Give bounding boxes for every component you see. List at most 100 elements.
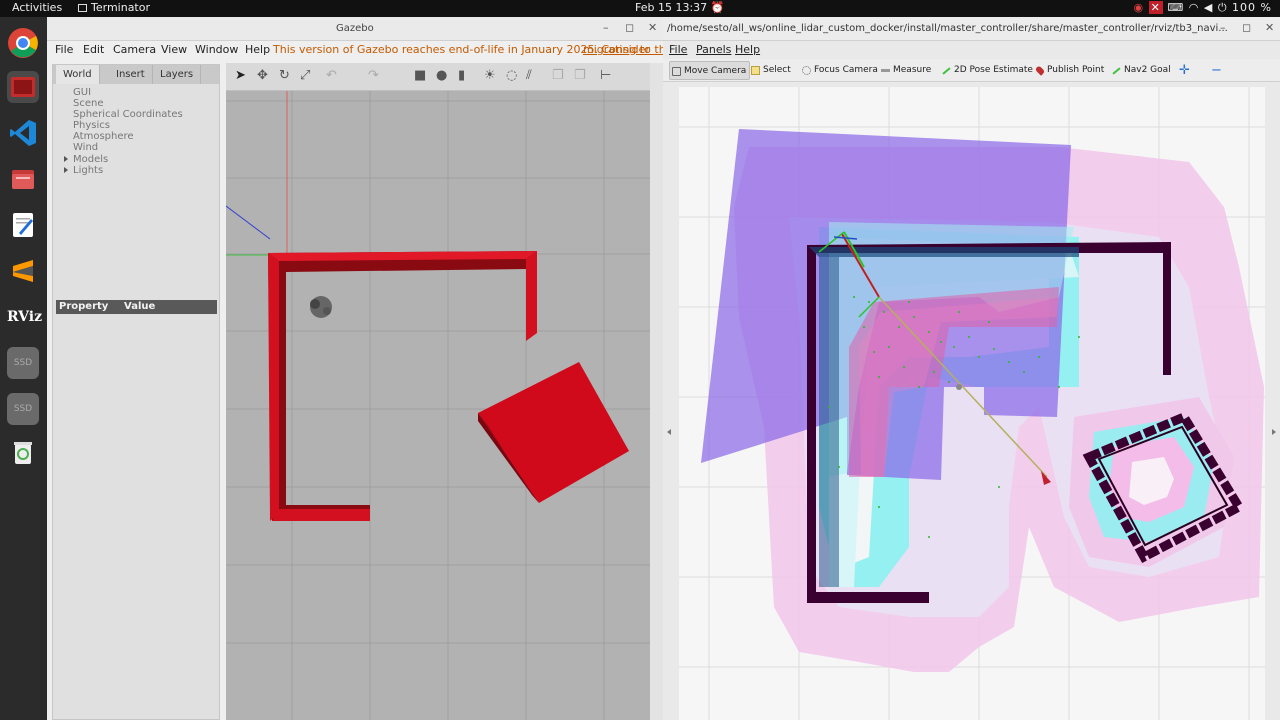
tab-insert[interactable]: Insert [109, 65, 153, 84]
minimize-button[interactable]: – [603, 21, 609, 34]
directional-light-icon[interactable]: ⫽ [526, 68, 532, 83]
close-button[interactable]: ✕ [1265, 21, 1274, 34]
tree-item-atmosphere[interactable]: Atmosphere [73, 131, 134, 142]
menu-help[interactable]: Help [245, 43, 270, 56]
minimize-button[interactable]: – [1220, 21, 1226, 34]
measure-tool[interactable]: Measure [879, 61, 934, 80]
paste-icon[interactable]: ❐ [574, 68, 586, 83]
rotate-icon[interactable]: ↻ [279, 68, 290, 83]
activities-button[interactable]: Activities [12, 1, 62, 14]
menu-file[interactable]: File [55, 43, 73, 56]
undo-icon[interactable]: ↶ [326, 68, 337, 83]
menu-view[interactable]: View [161, 43, 187, 56]
maximize-button[interactable]: ◻ [1242, 21, 1251, 34]
tree-item-spherical[interactable]: Spherical Coordinates [73, 109, 183, 120]
text-editor-icon[interactable] [7, 209, 39, 241]
terminator-icon[interactable] [7, 71, 39, 103]
ssd-drive-icon[interactable]: SSD [7, 347, 39, 379]
tree-label-lights: Lights [73, 165, 104, 176]
rviz-icon[interactable]: RViz [7, 301, 43, 333]
select-icon [751, 66, 760, 75]
trash-icon[interactable] [7, 437, 39, 469]
pose-estimate-tool[interactable]: 2D Pose Estimate [940, 61, 1036, 80]
tab-layers[interactable]: Layers [153, 65, 202, 84]
chrome-icon[interactable] [7, 27, 39, 59]
rviz-titlebar[interactable]: /home/sesto/all_ws/online_lidar_custom_d… [663, 17, 1280, 41]
ssd-drive-icon[interactable]: SSD [7, 393, 39, 425]
tool-label: 2D Pose Estimate [954, 65, 1033, 75]
system-tray[interactable]: ◉ ✕ ⌨ ◠ ◀ ⏻ 100 % [1134, 1, 1272, 15]
gazebo-titlebar[interactable]: Gazebo – ◻ ✕ [47, 17, 663, 41]
property-table-header: Property Value [56, 300, 217, 314]
terminal-icon [78, 4, 87, 12]
translate-icon[interactable]: ✥ [257, 68, 268, 83]
value-header: Value [124, 301, 156, 312]
tab-world[interactable]: World [56, 65, 100, 84]
gazebo-menubar: File Edit Camera View Window Help This v… [47, 41, 663, 60]
rviz-toolbar: Move Camera Select Focus Camera Measure … [663, 59, 1280, 82]
menu-file[interactable]: File [669, 43, 687, 56]
select-mode-icon[interactable]: ➤ [235, 68, 246, 83]
publish-point-tool[interactable]: Publish Point [1033, 61, 1107, 80]
dock: RViz SSD SSD [0, 17, 47, 720]
tree-item-gui[interactable]: GUI [73, 87, 91, 98]
redo-icon[interactable]: ↷ [368, 68, 379, 83]
tool-label: Focus Camera [814, 65, 878, 75]
gazebo-right-handle[interactable] [650, 63, 663, 720]
nav2-goal-tool[interactable]: Nav2 Goal [1110, 61, 1174, 80]
panel-tabs: World Insert Layers [53, 65, 219, 84]
robot-model[interactable] [310, 296, 332, 318]
remove-tool-icon[interactable]: − [1208, 61, 1225, 80]
gazebo-3d-view[interactable] [226, 91, 650, 720]
menu-camera[interactable]: Camera [113, 43, 156, 56]
expand-arrow-icon[interactable] [64, 167, 68, 173]
collapse-left-icon[interactable] [667, 429, 671, 435]
menu-window[interactable]: Window [195, 43, 238, 56]
box-model[interactable] [478, 362, 629, 503]
datetime-label: Feb 15 13:37 [635, 1, 708, 14]
select-tool[interactable]: Select [749, 61, 794, 80]
tree-item-scene[interactable]: Scene [73, 98, 104, 109]
close-button[interactable]: ✕ [648, 21, 657, 34]
sphere-shape-icon[interactable]: ● [436, 68, 447, 83]
collapse-right-icon[interactable] [1272, 429, 1276, 435]
window-title: Gazebo [336, 23, 374, 34]
sublime-icon[interactable] [7, 255, 39, 287]
top-bar: Activities Terminator Feb 15 13:37 ⏰ ◉ ✕… [0, 0, 1280, 17]
align-icon[interactable]: ⊢ [600, 68, 611, 83]
rviz-3d-view[interactable] [679, 87, 1265, 720]
tree-item-lights[interactable]: Lights [64, 165, 104, 176]
menu-panels[interactable]: Panels [696, 43, 731, 56]
tree-item-models[interactable]: Models [64, 154, 108, 165]
error-icon: ✕ [1148, 1, 1163, 14]
tool-label: Select [763, 65, 791, 75]
tree-item-wind[interactable]: Wind [73, 142, 98, 153]
property-header: Property [59, 301, 109, 312]
rviz-label: RViz [7, 309, 43, 325]
add-tool-icon[interactable]: ✛ [1176, 61, 1193, 80]
goal-arrow-icon [1112, 67, 1121, 75]
migration-link[interactable]: migrating to the n [583, 43, 663, 56]
tree-item-physics[interactable]: Physics [73, 120, 110, 131]
wifi-icon: ◠ [1188, 1, 1200, 14]
app-menu[interactable]: Terminator [78, 1, 150, 14]
scale-icon[interactable]: ⤢ [300, 68, 310, 83]
move-camera-icon [672, 67, 681, 76]
box-shape-icon[interactable]: ■ [414, 68, 426, 83]
menu-help[interactable]: Help [735, 43, 760, 56]
expand-arrow-icon[interactable] [64, 156, 68, 162]
spot-light-icon[interactable]: ◌ [506, 68, 517, 83]
maximize-button[interactable]: ◻ [625, 21, 634, 34]
clock[interactable]: Feb 15 13:37 ⏰ [635, 1, 724, 14]
vscode-icon[interactable] [7, 117, 39, 149]
point-light-icon[interactable]: ☀ [484, 68, 496, 83]
files-icon[interactable] [7, 163, 39, 195]
world-panel: World Insert Layers GUI Scene Spherical … [52, 64, 220, 720]
move-camera-tool[interactable]: Move Camera [669, 61, 751, 80]
focus-camera-tool[interactable]: Focus Camera [800, 61, 881, 80]
menu-edit[interactable]: Edit [83, 43, 104, 56]
power-icon: ⏻ [1217, 1, 1228, 14]
cylinder-shape-icon[interactable]: ▮ [458, 68, 465, 83]
wall-model[interactable] [268, 251, 537, 521]
copy-icon[interactable]: ❐ [552, 68, 564, 83]
